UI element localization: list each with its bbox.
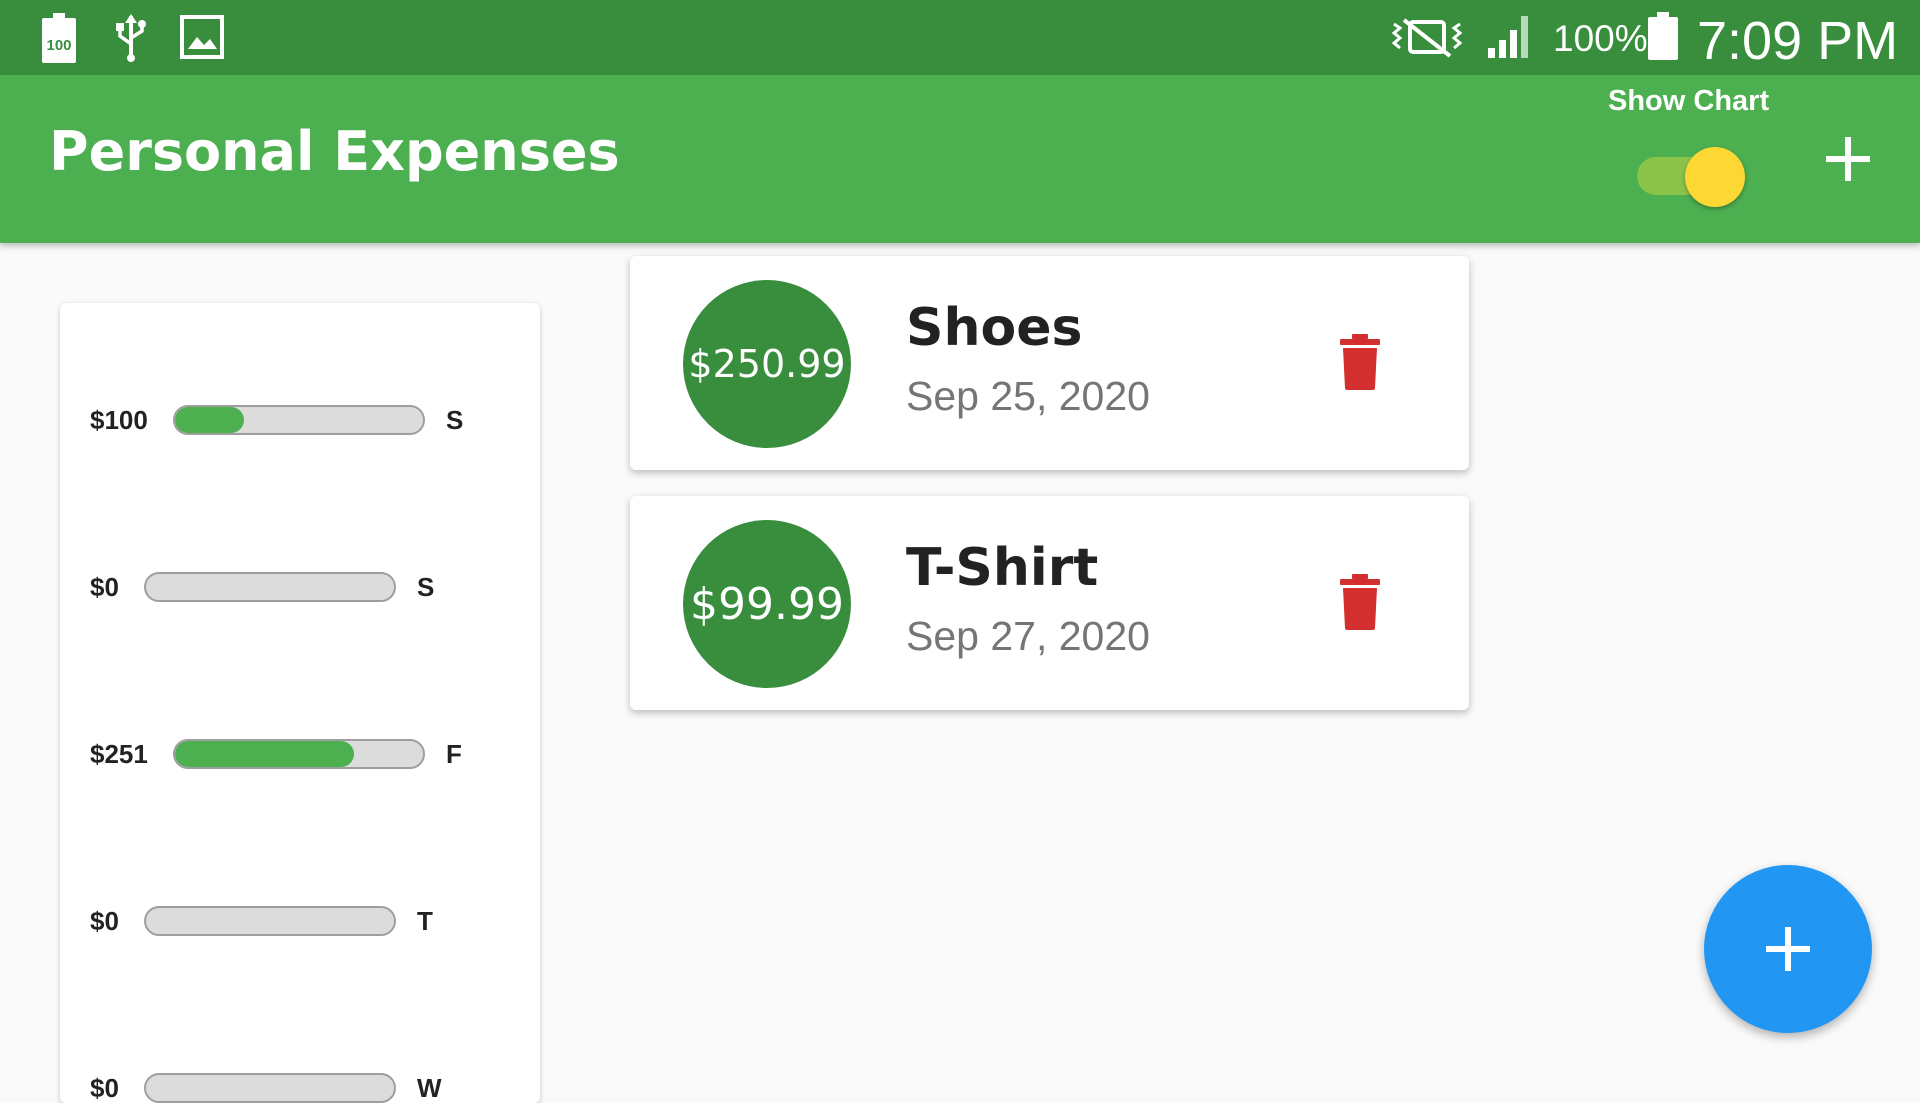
app-bar: Personal Expenses Show Chart bbox=[0, 75, 1920, 243]
bar-track bbox=[144, 906, 396, 936]
bar-amount: $0 bbox=[90, 572, 119, 602]
bar-day-label: W bbox=[417, 1073, 442, 1103]
trash-icon bbox=[1340, 574, 1380, 630]
plus-icon bbox=[1766, 927, 1810, 971]
add-transaction-fab[interactable] bbox=[1704, 865, 1872, 1033]
page-title: Personal Expenses bbox=[49, 120, 620, 183]
trash-icon bbox=[1340, 334, 1380, 390]
bar-day-label: T bbox=[417, 906, 433, 936]
battery-icon bbox=[1648, 12, 1678, 64]
amount-avatar: $250.99 bbox=[683, 280, 851, 448]
transaction-title: Shoes bbox=[906, 298, 1083, 358]
toggle-thumb bbox=[1685, 147, 1745, 207]
add-expense-button[interactable] bbox=[1822, 133, 1874, 185]
chart-bar-row: $0 T bbox=[60, 901, 540, 941]
transaction-card: $250.99 Shoes Sep 25, 2020 bbox=[630, 256, 1469, 470]
signal-icon bbox=[1486, 14, 1534, 64]
bar-fill bbox=[175, 407, 245, 433]
transaction-date: Sep 25, 2020 bbox=[906, 373, 1150, 419]
bar-amount: $100 bbox=[90, 405, 148, 435]
bar-amount: $0 bbox=[90, 906, 119, 936]
delete-button[interactable] bbox=[1330, 572, 1390, 632]
vibrate-off-icon bbox=[1390, 16, 1464, 62]
bar-amount: $251 bbox=[90, 739, 148, 769]
chart-bar-row: $0 S bbox=[60, 567, 540, 607]
bar-day-label: S bbox=[417, 572, 435, 602]
battery-100-icon: 100 bbox=[42, 13, 76, 67]
bar-fill bbox=[175, 741, 354, 767]
bar-track bbox=[144, 1073, 396, 1103]
show-chart-toggle[interactable] bbox=[1637, 145, 1747, 207]
weekly-chart-card: $100 S $0 S $251 F $0 T $0 W bbox=[60, 303, 540, 1103]
transaction-card: $99.99 T-Shirt Sep 27, 2020 bbox=[630, 496, 1469, 710]
bar-track bbox=[173, 739, 425, 769]
chart-bar-row: $100 S bbox=[60, 400, 540, 440]
delete-button[interactable] bbox=[1330, 332, 1390, 392]
transaction-title: T-Shirt bbox=[906, 538, 1099, 598]
battery-saver-badge: 100 bbox=[46, 37, 72, 54]
battery-percent: 100% bbox=[1553, 18, 1648, 59]
plus-icon bbox=[1826, 137, 1870, 181]
chart-bar-row: $251 F bbox=[60, 734, 540, 774]
bar-track bbox=[173, 405, 425, 435]
transaction-date: Sep 27, 2020 bbox=[906, 613, 1150, 659]
amount-avatar: $99.99 bbox=[683, 520, 851, 688]
status-bar: 100 100% 7:09 PM bbox=[0, 0, 1920, 75]
chart-bar-row: $0 W bbox=[60, 1068, 540, 1103]
bar-day-label: F bbox=[446, 739, 462, 769]
clock-time: 7:09 PM bbox=[1697, 11, 1899, 71]
bar-day-label: S bbox=[446, 405, 464, 435]
image-icon bbox=[180, 15, 224, 63]
bar-amount: $0 bbox=[90, 1073, 119, 1103]
bar-track bbox=[144, 572, 396, 602]
show-chart-label: Show Chart bbox=[1608, 85, 1770, 117]
usb-icon bbox=[114, 14, 148, 66]
